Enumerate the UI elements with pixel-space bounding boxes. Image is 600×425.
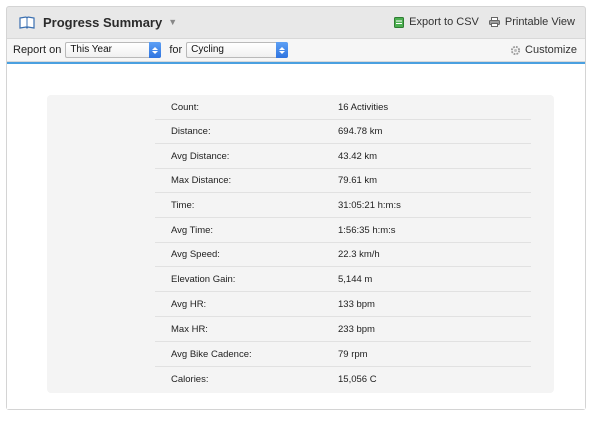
summary-value: 79.61 km [338, 175, 378, 186]
summary-value: 133 bpm [338, 299, 375, 310]
chevron-down-icon[interactable]: ▼ [168, 17, 177, 27]
summary-label: Time: [171, 200, 195, 211]
summary-row: Avg Time: 1:56:35 h:m:s [155, 218, 531, 243]
summary-row: Max HR: 233 bpm [155, 317, 531, 342]
summary-row: Avg Distance: 43.42 km [155, 144, 531, 169]
summary-value: 694.78 km [338, 126, 383, 137]
printable-view-label: Printable View [504, 16, 575, 28]
summary-row: Avg HR: 133 bpm [155, 292, 531, 317]
summary-row: Count: 16 Activities [155, 95, 531, 120]
summary-row: Elevation Gain: 5,144 m [155, 267, 531, 292]
summary-label: Avg Bike Cadence: [171, 349, 252, 360]
summary-row: Calories: 15,056 C [155, 367, 531, 391]
customize-button[interactable]: Customize [510, 44, 577, 56]
summary-row: Avg Speed: 22.3 km/h [155, 242, 531, 267]
summary-row: Distance: 694.78 km [155, 119, 531, 144]
book-icon [19, 15, 35, 29]
summary-label: Avg Time: [171, 225, 214, 236]
select-arrows-icon [149, 42, 162, 58]
customize-label: Customize [525, 44, 577, 56]
printer-icon [488, 17, 500, 27]
summary-row: Time: 31:05:21 h:m:s [155, 193, 531, 218]
summary-label: Elevation Gain: [171, 274, 236, 285]
export-csv-button[interactable]: Export to CSV [394, 16, 479, 28]
summary-value: 22.3 km/h [338, 249, 380, 260]
for-label: for [169, 44, 183, 56]
period-select-value: This Year [70, 44, 113, 55]
summary-value: 16 Activities [338, 102, 389, 113]
report-toolbar: Report on This Year for Cycling Customiz… [7, 38, 585, 62]
summary-row: Avg Bike Cadence: 79 rpm [155, 342, 531, 367]
summary-value: 79 rpm [338, 349, 368, 360]
summary-label: Avg HR: [171, 299, 207, 310]
summary-label: Count: [171, 102, 199, 113]
period-select[interactable]: This Year [65, 42, 162, 58]
content-area: Count: 16 Activities Distance: 694.78 km… [7, 62, 585, 409]
activity-type-select[interactable]: Cycling [186, 42, 289, 58]
progress-summary-window: Progress Summary ▼ Export to CSV Printab… [6, 6, 586, 410]
summary-label: Calories: [171, 374, 209, 385]
summary-label: Max Distance: [171, 175, 232, 186]
summary-value: 15,056 C [338, 374, 377, 385]
summary-value: 43.42 km [338, 151, 378, 162]
summary-label: Avg Speed: [171, 249, 220, 260]
summary-value: 233 bpm [338, 324, 375, 335]
report-on-label: Report on [13, 44, 62, 56]
summary-value: 1:56:35 h:m:s [338, 225, 396, 236]
csv-file-icon [394, 16, 405, 28]
select-arrows-icon [276, 42, 289, 58]
printable-view-button[interactable]: Printable View [488, 16, 575, 28]
gear-icon [510, 45, 521, 55]
summary-value: 5,144 m [338, 274, 373, 285]
summary-value: 31:05:21 h:m:s [338, 200, 401, 211]
export-csv-label: Export to CSV [409, 16, 479, 28]
summary-label: Distance: [171, 126, 211, 137]
summary-label: Max HR: [171, 324, 208, 335]
activity-select-value: Cycling [191, 44, 224, 55]
header-bar: Progress Summary ▼ Export to CSV Printab… [7, 7, 585, 37]
page-title: Progress Summary [43, 14, 163, 30]
summary-row: Max Distance: 79.61 km [155, 168, 531, 193]
summary-panel: Count: 16 Activities Distance: 694.78 km… [47, 95, 554, 393]
summary-label: Avg Distance: [171, 151, 230, 162]
